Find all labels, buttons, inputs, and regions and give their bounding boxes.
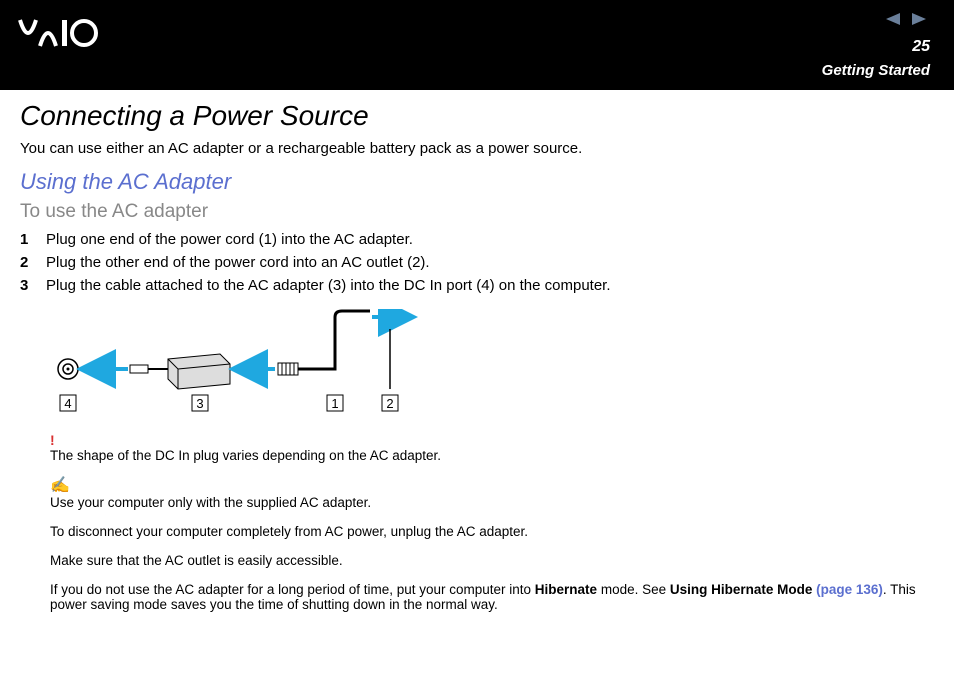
- step-text: Plug one end of the power cord (1) into …: [46, 231, 413, 248]
- next-page-icon[interactable]: [910, 12, 928, 26]
- step-list: 1 Plug one end of the power cord (1) int…: [20, 231, 934, 294]
- page-number: 25: [912, 38, 930, 56]
- list-item: 1 Plug one end of the power cord (1) int…: [20, 231, 934, 248]
- warning-text: The shape of the DC In plug varies depen…: [50, 448, 934, 463]
- nav-arrows: [882, 12, 930, 31]
- vaio-logo: [18, 18, 128, 56]
- step-number: 2: [20, 254, 46, 271]
- page-title: Connecting a Power Source: [20, 100, 934, 132]
- note-text: To disconnect your computer completely f…: [50, 524, 934, 539]
- step-number: 3: [20, 277, 46, 294]
- step-text: Plug the other end of the power cord int…: [46, 254, 430, 271]
- warning-block: ! The shape of the DC In plug varies dep…: [50, 432, 934, 463]
- step-text: Plug the cable attached to the AC adapte…: [46, 277, 611, 294]
- page-link[interactable]: (page 136): [816, 582, 883, 597]
- warning-icon: !: [50, 432, 934, 448]
- diagram-label-3: 3: [196, 396, 203, 411]
- prev-page-icon[interactable]: [884, 12, 902, 26]
- note-icon: ✍: [50, 475, 934, 495]
- list-item: 3 Plug the cable attached to the AC adap…: [20, 277, 934, 294]
- note-block: ✍ Use your computer only with the suppli…: [50, 475, 934, 612]
- list-item: 2 Plug the other end of the power cord i…: [20, 254, 934, 271]
- intro-text: You can use either an AC adapter or a re…: [20, 140, 934, 157]
- diagram-label-1: 1: [331, 396, 338, 411]
- note-text: Use your computer only with the supplied…: [50, 495, 934, 510]
- section-label: Getting Started: [822, 62, 930, 79]
- subsection-heading: Using the AC Adapter: [20, 169, 934, 195]
- diagram-label-2: 2: [386, 396, 393, 411]
- connection-diagram: 4 3 1 2: [50, 309, 934, 424]
- diagram-label-4: 4: [64, 396, 71, 411]
- page-content: Connecting a Power Source You can use ei…: [0, 90, 954, 646]
- procedure-heading: To use the AC adapter: [20, 201, 934, 223]
- step-number: 1: [20, 231, 46, 248]
- note-text: Make sure that the AC outlet is easily a…: [50, 553, 934, 568]
- note-text: If you do not use the AC adapter for a l…: [50, 582, 934, 612]
- page-header: 25 Getting Started: [0, 0, 954, 90]
